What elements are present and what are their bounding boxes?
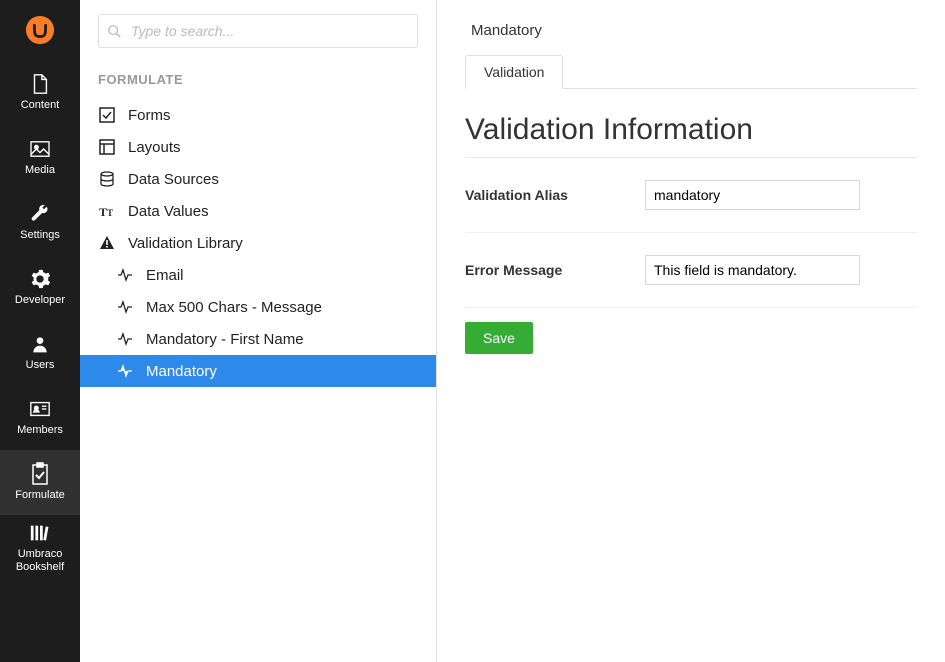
tree-child-email[interactable]: Email (80, 259, 436, 291)
tree-item-label: Data Values (128, 203, 209, 220)
form-row-error: Error Message (465, 233, 917, 308)
nav-bookshelf-label: Umbraco Bookshelf (0, 548, 80, 572)
id-card-icon (29, 398, 51, 420)
nav-content[interactable]: Content (0, 60, 80, 125)
tree-item-label: Validation Library (128, 235, 243, 252)
tree-child-mandatory-firstname[interactable]: Mandatory - First Name (80, 323, 436, 355)
tree-item-label: Layouts (128, 139, 181, 156)
tree-item-forms[interactable]: Forms (80, 99, 436, 131)
nav-bookshelf[interactable]: Umbraco Bookshelf (0, 515, 80, 580)
image-icon (29, 138, 51, 160)
typography-icon: TT (98, 202, 116, 220)
svg-text:T: T (107, 208, 113, 218)
tree-item-label: Mandatory (146, 363, 217, 380)
user-icon (29, 333, 51, 355)
nav-settings-label: Settings (20, 229, 60, 241)
tree: Forms Layouts Data Sources TT Data Value… (80, 93, 436, 393)
file-icon (29, 73, 51, 95)
tree-item-label: Max 500 Chars - Message (146, 299, 322, 316)
tree-item-label: Mandatory - First Name (146, 331, 304, 348)
tree-item-validation-library[interactable]: Validation Library (80, 227, 436, 259)
save-button[interactable]: Save (465, 322, 533, 354)
wrench-icon (29, 203, 51, 225)
nav-users-label: Users (26, 359, 55, 371)
nav-content-label: Content (21, 99, 60, 111)
tree-item-label: Forms (128, 107, 171, 124)
search-input[interactable] (98, 14, 418, 48)
main-content: Mandatory Validation Validation Informat… (437, 0, 945, 662)
tree-section-header: FORMULATE (80, 58, 436, 93)
warning-icon (98, 234, 116, 252)
tree-child-mandatory[interactable]: Mandatory (80, 355, 436, 387)
gear-icon (29, 268, 51, 290)
nav-media[interactable]: Media (0, 125, 80, 190)
books-icon (29, 522, 51, 544)
umbraco-logo[interactable] (0, 0, 80, 60)
pulse-icon (116, 266, 134, 284)
tree-item-label: Email (146, 267, 184, 284)
app-navbar: Content Media Settings Developer Users M… (0, 0, 80, 662)
database-icon (98, 170, 116, 188)
tree-panel: FORMULATE Forms Layouts Data Sources TT … (80, 0, 437, 662)
tree-child-max500[interactable]: Max 500 Chars - Message (80, 291, 436, 323)
checkbox-icon (98, 106, 116, 124)
pulse-icon (116, 362, 134, 380)
tabs: Validation (465, 55, 917, 89)
tree-item-data-sources[interactable]: Data Sources (80, 163, 436, 195)
nav-media-label: Media (25, 164, 55, 176)
tree-item-label: Data Sources (128, 171, 219, 188)
search-icon (107, 24, 121, 38)
nav-formulate-label: Formulate (15, 489, 65, 501)
nav-settings[interactable]: Settings (0, 190, 80, 255)
page-heading: Validation Information (465, 113, 917, 158)
breadcrumb: Mandatory (465, 18, 917, 55)
tab-validation[interactable]: Validation (465, 55, 563, 89)
alias-input[interactable] (645, 180, 860, 210)
tree-item-layouts[interactable]: Layouts (80, 131, 436, 163)
search-box (98, 14, 418, 48)
alias-label: Validation Alias (465, 187, 645, 203)
error-input[interactable] (645, 255, 860, 285)
nav-members-label: Members (17, 424, 63, 436)
nav-formulate[interactable]: Formulate (0, 450, 80, 515)
nav-developer-label: Developer (15, 294, 65, 306)
clipboard-check-icon (29, 463, 51, 485)
nav-users[interactable]: Users (0, 320, 80, 385)
error-label: Error Message (465, 262, 645, 278)
form-row-alias: Validation Alias (465, 158, 917, 233)
svg-text:T: T (99, 205, 107, 219)
pulse-icon (116, 298, 134, 316)
tree-item-data-values[interactable]: TT Data Values (80, 195, 436, 227)
layout-icon (98, 138, 116, 156)
pulse-icon (116, 330, 134, 348)
nav-developer[interactable]: Developer (0, 255, 80, 320)
nav-members[interactable]: Members (0, 385, 80, 450)
